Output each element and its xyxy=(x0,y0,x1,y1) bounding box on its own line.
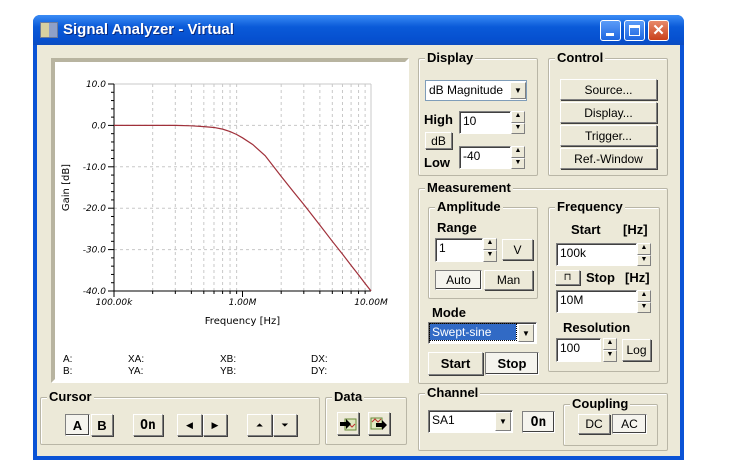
signal-analyzer-window: Signal Analyzer - Virtual ✕ 10.0 0.0 -10.0… xyxy=(33,15,684,460)
cursor-right-button[interactable]: ▶ xyxy=(203,414,227,436)
dx-label: DX: xyxy=(311,354,328,365)
resolution-input[interactable]: 100 xyxy=(556,338,601,362)
export-data-icon xyxy=(370,417,387,430)
y-tick-label: 10.0 xyxy=(86,80,106,90)
xa-label: XA: xyxy=(128,354,145,365)
high-spinner[interactable]: ▲ ▼ xyxy=(511,111,525,134)
cursor-a-button[interactable]: A xyxy=(65,414,90,436)
trigger-button[interactable]: Trigger... xyxy=(560,125,657,146)
range-spinner[interactable]: ▲ ▼ xyxy=(483,238,497,262)
peak-down-icon: ⏷ xyxy=(281,419,289,430)
app-icon xyxy=(40,22,58,38)
y-axis-label: Gain [dB] xyxy=(61,164,72,211)
export-data-button[interactable] xyxy=(368,412,390,435)
y-tick-label: -40.0 xyxy=(83,287,107,297)
channel-on-button[interactable]: On xyxy=(522,411,555,433)
display-group-label: Display xyxy=(425,50,476,65)
amplitude-group-label: Amplitude xyxy=(435,199,503,214)
auto-button[interactable]: Auto xyxy=(435,270,482,290)
data-group-label: Data xyxy=(332,389,365,404)
high-label: High xyxy=(424,112,453,127)
control-group-label: Control xyxy=(555,50,606,65)
display-mode-value: dB Magnitude xyxy=(429,83,504,97)
y-tick-label: 0.0 xyxy=(92,121,107,131)
cursor-b-button[interactable]: B xyxy=(91,414,113,436)
source-button[interactable]: Source... xyxy=(560,79,657,100)
range-unit-button[interactable]: V xyxy=(502,239,533,260)
cursor-on-button[interactable]: On xyxy=(133,414,163,436)
log-button[interactable]: Log xyxy=(622,339,651,361)
chart-panel: 10.0 0.0 -10.0 -20.0 -30.0 -40.0 100.00k 1.00M 1… xyxy=(51,58,409,383)
freq-start-spinner[interactable]: ▲ ▼ xyxy=(637,243,651,266)
chevron-down-icon[interactable]: ▼ xyxy=(518,324,534,342)
gain-chart: 10.0 0.0 -10.0 -20.0 -30.0 -40.0100.00k 1.00M 1… xyxy=(61,80,388,327)
resolution-spinner[interactable]: ▲ ▼ xyxy=(603,338,617,362)
low-input[interactable]: -40 xyxy=(459,146,511,169)
mode-label: Mode xyxy=(432,305,466,320)
maximize-button[interactable] xyxy=(624,20,645,41)
dc-button[interactable]: DC xyxy=(578,414,610,434)
mode-value: Swept-sine xyxy=(429,323,517,341)
minimize-button[interactable] xyxy=(600,20,621,41)
x-tick-label: 100.00k xyxy=(96,298,133,308)
cursor-left-button[interactable]: ◀ xyxy=(177,414,202,436)
cursor-up-button[interactable]: ⏶ xyxy=(247,414,272,436)
freq-stop-input[interactable]: 10M xyxy=(556,290,637,313)
freq-start-unit: [Hz] xyxy=(623,222,648,237)
y-tick-label: -10.0 xyxy=(83,163,107,173)
y-tick-label: -30.0 xyxy=(83,246,107,256)
freq-stop-unit: [Hz] xyxy=(625,270,650,285)
freq-start-label: Start xyxy=(571,222,601,237)
range-input[interactable]: 1 xyxy=(435,238,483,262)
dy-label: DY: xyxy=(311,366,328,377)
chevron-down-icon[interactable]: ▼ xyxy=(495,412,511,431)
x-axis-label: Frequency [Hz] xyxy=(205,316,281,327)
x-tick-label: 1.00M xyxy=(229,298,257,308)
freq-start-input[interactable]: 100k xyxy=(556,243,637,266)
db-button[interactable]: dB xyxy=(425,132,452,149)
yb-label: YB: xyxy=(220,366,237,377)
cursor-group-label: Cursor xyxy=(47,389,94,404)
close-button[interactable]: ✕ xyxy=(648,20,669,41)
low-label: Low xyxy=(424,155,450,170)
cursor-b-label: B: xyxy=(63,366,73,377)
low-spinner[interactable]: ▲ ▼ xyxy=(511,146,525,169)
freq-stop-spinner[interactable]: ▲ ▼ xyxy=(637,290,651,313)
span-icon: ⊓ xyxy=(563,272,572,283)
display-settings-button[interactable]: Display... xyxy=(560,102,657,123)
measurement-group-label: Measurement xyxy=(425,180,513,195)
high-input[interactable]: 10 xyxy=(459,111,511,134)
ref-window-button[interactable]: Ref.-Window xyxy=(560,148,657,169)
title-bar[interactable]: Signal Analyzer - Virtual ✕ xyxy=(33,15,684,45)
resolution-label: Resolution xyxy=(563,320,631,335)
ya-label: YA: xyxy=(128,366,144,377)
ac-button[interactable]: AC xyxy=(612,414,647,434)
cursor-a-label: A: xyxy=(63,354,73,365)
peak-up-icon: ⏶ xyxy=(255,419,264,430)
window-title: Signal Analyzer - Virtual xyxy=(63,21,234,38)
span-button[interactable]: ⊓ xyxy=(555,270,580,285)
man-button[interactable]: Man xyxy=(484,270,533,290)
import-data-button[interactable] xyxy=(337,412,359,435)
x-tick-label: 10.00M xyxy=(354,298,388,308)
frequency-group-label: Frequency xyxy=(555,199,625,214)
y-tick-label: -20.0 xyxy=(83,204,107,214)
channel-group-label: Channel xyxy=(425,385,481,400)
freq-stop-label: Stop xyxy=(586,270,615,285)
import-data-icon xyxy=(340,418,357,430)
coupling-group-label: Coupling xyxy=(570,396,631,411)
chevron-down-icon[interactable]: ▼ xyxy=(510,82,526,99)
right-arrow-icon: ▶ xyxy=(211,419,219,430)
cursor-down-button[interactable]: ⏷ xyxy=(273,414,297,436)
start-button[interactable]: Start xyxy=(428,352,483,375)
left-arrow-icon: ◀ xyxy=(186,419,193,430)
xb-label: XB: xyxy=(220,354,237,365)
range-label: Range xyxy=(437,220,477,235)
channel-value: SA1 xyxy=(432,413,455,427)
client-area: 10.0 0.0 -10.0 -20.0 -30.0 -40.0 100.00k 1.00M 1… xyxy=(37,45,680,456)
stop-button[interactable]: Stop xyxy=(485,352,539,375)
